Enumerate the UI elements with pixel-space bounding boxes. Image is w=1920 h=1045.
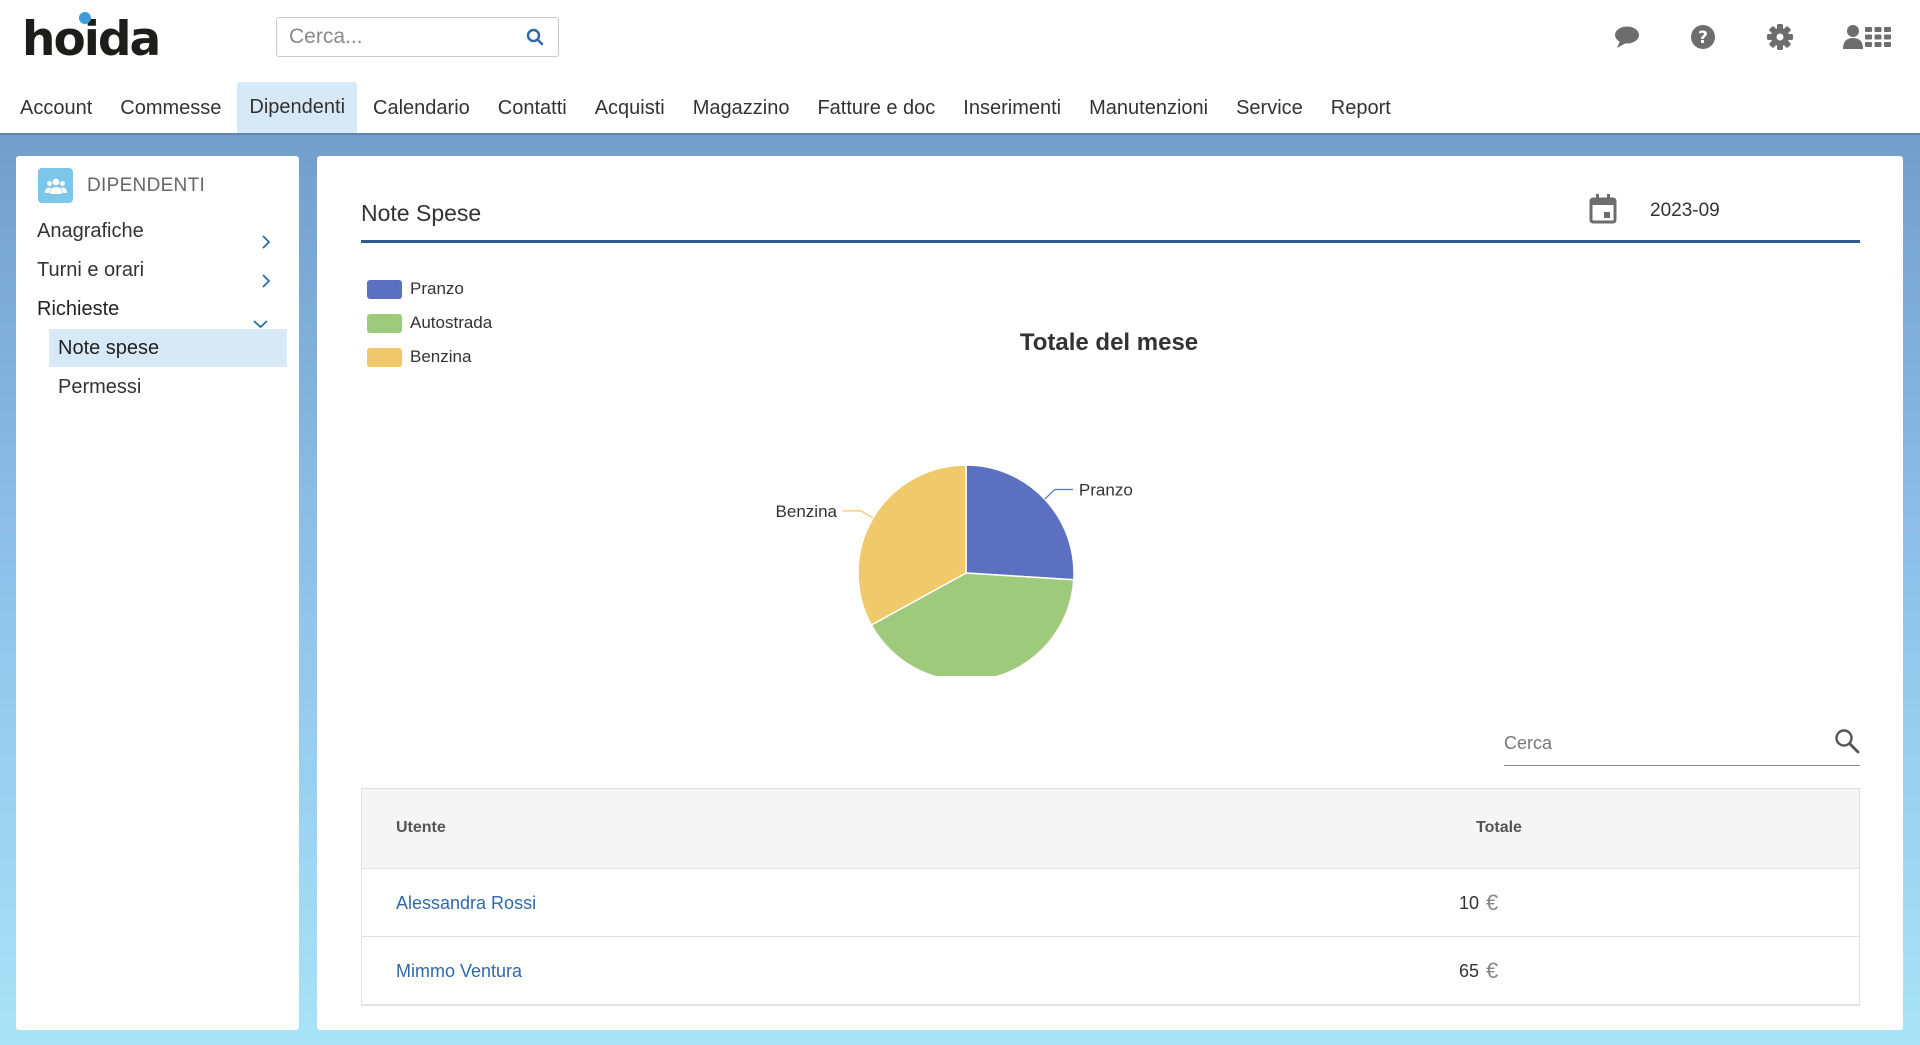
table-search[interactable] bbox=[1504, 716, 1860, 766]
apps-grid-icon[interactable] bbox=[1864, 22, 1892, 52]
column-header-utente[interactable]: Utente bbox=[396, 819, 446, 837]
people-icon bbox=[38, 168, 73, 203]
nav-report[interactable]: Report bbox=[1319, 82, 1403, 133]
nav-commesse[interactable]: Commesse bbox=[108, 82, 233, 133]
global-search-input[interactable] bbox=[289, 24, 509, 50]
top-header: hoida ? bbox=[0, 0, 1920, 135]
sidebar-item-label: Anagrafiche bbox=[37, 220, 144, 242]
nav-contatti[interactable]: Contatti bbox=[486, 82, 579, 133]
sidebar: DIPENDENTI Anagrafiche Turni e orari Ric… bbox=[16, 156, 299, 1030]
pie-leader-line bbox=[842, 510, 874, 519]
search-icon[interactable] bbox=[526, 28, 544, 51]
chart-title: Totale del mese bbox=[1020, 329, 1198, 356]
table-header: Utente Totale bbox=[362, 789, 1859, 869]
sidebar-subitem-note-spese[interactable]: Note spese bbox=[49, 329, 287, 367]
month-selector[interactable]: 2023-09 bbox=[1650, 200, 1720, 222]
search-icon[interactable] bbox=[1834, 728, 1860, 759]
main-nav: Account Commesse Dipendenti Calendario C… bbox=[8, 82, 1407, 133]
pie-label: Pranzo bbox=[1079, 480, 1133, 499]
nav-manutenzioni[interactable]: Manutenzioni bbox=[1077, 82, 1220, 133]
nav-service[interactable]: Service bbox=[1224, 82, 1315, 133]
nav-dipendenti[interactable]: Dipendenti bbox=[237, 82, 358, 133]
help-icon[interactable]: ? bbox=[1688, 22, 1718, 52]
page-title: Note Spese bbox=[361, 200, 482, 226]
pie-slice-pranzo[interactable] bbox=[965, 464, 1075, 581]
pie-label: Benzina bbox=[776, 502, 838, 521]
user-link[interactable]: Mimmo Ventura bbox=[396, 961, 522, 982]
euro-icon: € bbox=[1486, 890, 1499, 915]
sidebar-header: DIPENDENTI bbox=[38, 168, 205, 203]
main-panel: Note Spese 2023-09 Pranzo Autostrada Ben… bbox=[317, 156, 1903, 1030]
sidebar-item-turni[interactable]: Turni e orari bbox=[37, 251, 283, 289]
table-search-input[interactable] bbox=[1504, 730, 1804, 756]
nav-fatture[interactable]: Fatture e doc bbox=[805, 82, 947, 133]
settings-icon[interactable] bbox=[1765, 22, 1795, 52]
nav-calendario[interactable]: Calendario bbox=[361, 82, 482, 133]
nav-magazzino[interactable]: Magazzino bbox=[681, 82, 802, 133]
logo-dot bbox=[79, 12, 91, 24]
sidebar-item-label: Turni e orari bbox=[37, 259, 145, 281]
nav-acquisti[interactable]: Acquisti bbox=[583, 82, 677, 133]
title-divider bbox=[361, 240, 1860, 243]
expenses-table: Utente Totale Alessandra Rossi 10 € Mimm… bbox=[361, 788, 1860, 1006]
nav-inserimenti[interactable]: Inserimenti bbox=[951, 82, 1073, 133]
svg-text:?: ? bbox=[1698, 28, 1708, 48]
table-row[interactable]: Mimmo Ventura 65 € bbox=[362, 937, 1859, 1005]
sidebar-title: DIPENDENTI bbox=[87, 174, 206, 196]
table-row[interactable]: Alessandra Rossi 10 € bbox=[362, 869, 1859, 937]
column-header-totale[interactable]: Totale bbox=[1476, 819, 1522, 837]
row-total: 65 bbox=[1459, 961, 1480, 981]
nav-account[interactable]: Account bbox=[8, 82, 104, 133]
euro-icon: € bbox=[1486, 958, 1499, 983]
calendar-icon[interactable] bbox=[1588, 193, 1618, 230]
pie-chart: Totale del mese PranzoAutostradaBenzina bbox=[776, 329, 1198, 676]
pie-leader-line bbox=[1044, 488, 1073, 500]
sidebar-item-anagrafiche[interactable]: Anagrafiche bbox=[37, 212, 283, 250]
sidebar-subitem-permessi[interactable]: Permessi bbox=[49, 368, 287, 406]
app-logo[interactable]: hoida bbox=[22, 12, 161, 67]
global-search[interactable] bbox=[276, 17, 559, 57]
sidebar-item-label: Richieste bbox=[37, 298, 120, 320]
sidebar-item-richieste[interactable]: Richieste bbox=[37, 290, 283, 329]
row-total: 10 bbox=[1459, 893, 1480, 913]
user-link[interactable]: Alessandra Rossi bbox=[396, 893, 536, 914]
chat-icon[interactable] bbox=[1612, 22, 1642, 52]
